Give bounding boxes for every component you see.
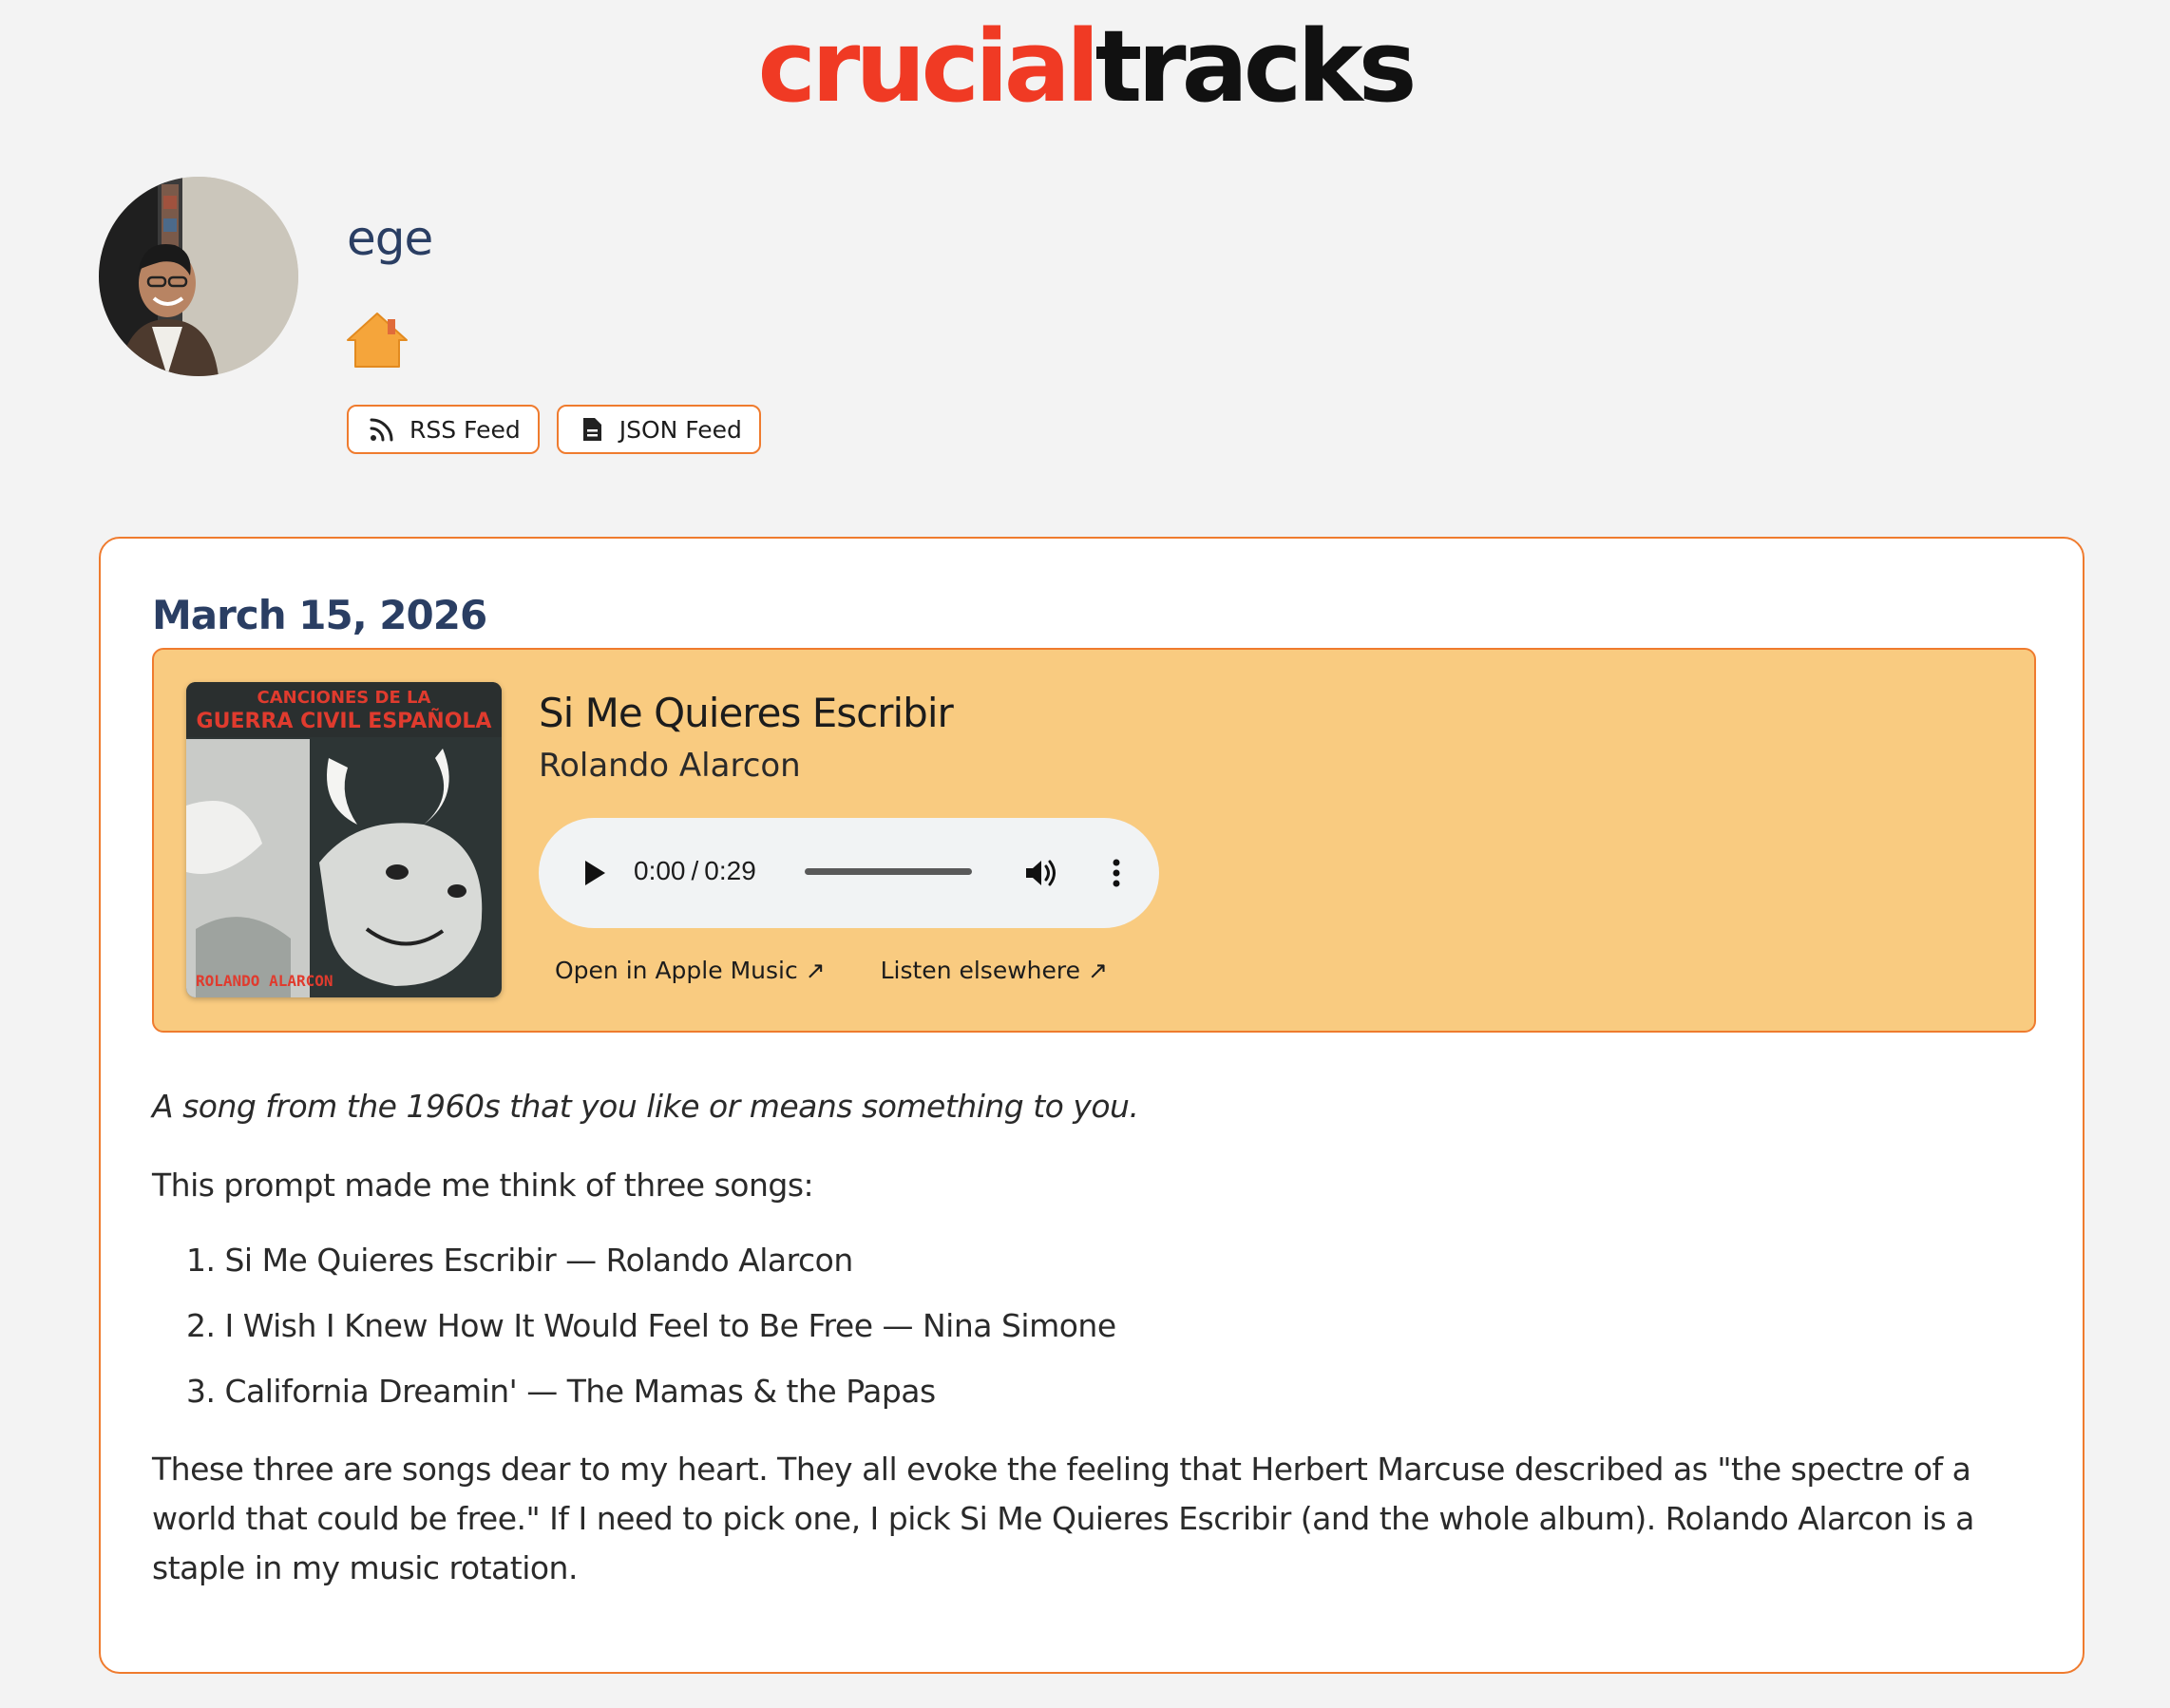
username[interactable]: ege [347,211,433,266]
time-separator: / [691,856,699,885]
track-artist: Rolando Alarcon [539,747,801,785]
document-icon [578,415,606,444]
site-logo[interactable]: crucialtracks [0,17,2170,116]
svg-text:CANCIONES DE LA: CANCIONES DE LA [257,688,431,708]
json-feed-button[interactable]: JSON Feed [556,405,761,454]
current-time: 0:00 [634,856,686,885]
json-feed-label: JSON Feed [619,415,742,444]
post-intro: This prompt made me think of three songs… [152,1167,814,1204]
rss-feed-button[interactable]: RSS Feed [347,405,540,454]
song-list: 1. Si Me Quieres Escribir — Rolando Alar… [186,1240,1116,1436]
rss-icon [368,415,396,444]
avatar [99,177,298,376]
track-panel: CANCIONES DE LA GUERRA CIVIL ESPAÑOLA RO… [152,648,2036,1033]
svg-text:ROLANDO ALARCON: ROLANDO ALARCON [196,972,333,990]
logo-text-crucial: crucial [757,9,1099,124]
volume-icon[interactable] [1021,854,1059,892]
progress-bar[interactable] [805,868,972,875]
list-item: 3. California Dreamin' — The Mamas & the… [186,1373,936,1410]
track-links: Open in Apple Music ↗ Listen elsewhere ↗ [555,957,1108,984]
track-title: Si Me Quieres Escribir [539,690,954,736]
post-date[interactable]: March 15, 2026 [152,592,487,638]
list-item: 2. I Wish I Knew How It Would Feel to Be… [186,1307,1116,1344]
rss-feed-label: RSS Feed [409,415,521,444]
more-options-icon[interactable] [1097,854,1135,892]
post-closing-paragraph: These three are songs dear to my heart. … [152,1451,1974,1586]
album-cover: CANCIONES DE LA GUERRA CIVIL ESPAÑOLA RO… [186,682,502,997]
home-icon[interactable] [346,310,409,369]
svg-text:GUERRA CIVIL ESPAÑOLA: GUERRA CIVIL ESPAÑOLA [197,709,492,733]
audio-player: 0:00/0:29 [539,818,1159,928]
logo-text-tracks: tracks [1095,9,1418,124]
post-prompt: A song from the 1960s that you like or m… [152,1088,1139,1125]
play-icon[interactable] [577,856,611,890]
open-in-apple-music-link[interactable]: Open in Apple Music ↗ [555,957,826,984]
list-item: 1. Si Me Quieres Escribir — Rolando Alar… [186,1242,853,1279]
post-card: March 15, 2026 CANCIONES DE LA GUERRA CI… [99,537,2084,1674]
duration: 0:29 [704,856,756,885]
feed-links: RSS Feed JSON Feed [347,405,761,454]
playback-time: 0:00/0:29 [634,856,756,886]
listen-elsewhere-link[interactable]: Listen elsewhere ↗ [881,957,1108,984]
